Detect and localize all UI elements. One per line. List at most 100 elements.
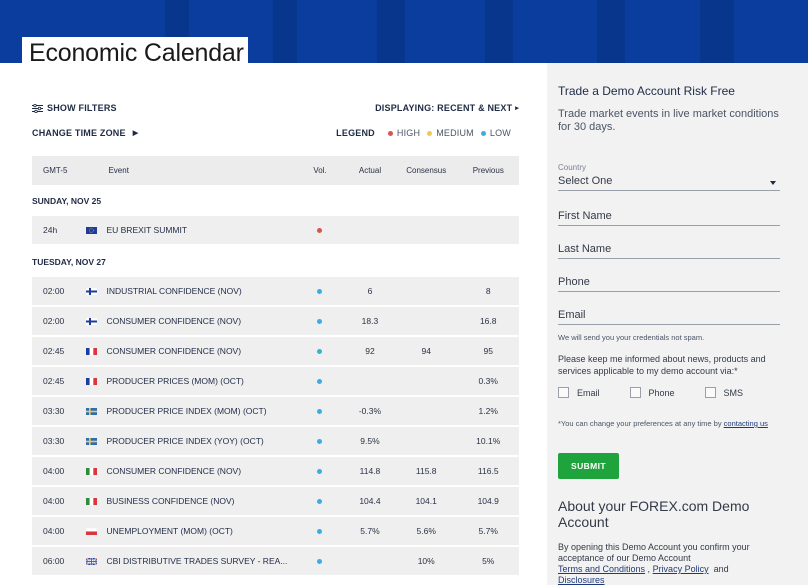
first-name-field[interactable]: First Name [558, 203, 780, 226]
demo-account-panel: Trade a Demo Account Risk Free Trade mar… [547, 63, 808, 585]
volatility-legend: LEGEND HIGH MEDIUM LOW [336, 128, 511, 138]
legend-item-medium: MEDIUM [427, 128, 474, 138]
legend-low-label: LOW [489, 128, 511, 138]
first-name-placeholder: First Name [558, 210, 612, 222]
volatility-cell [295, 528, 345, 534]
country-value: Select One [558, 175, 613, 187]
last-name-placeholder: Last Name [558, 243, 612, 255]
show-filters-button[interactable]: SHOW FILTERS [32, 103, 117, 113]
previous-value: 0.3% [478, 376, 498, 386]
event-name[interactable]: EU BREXIT SUMMIT [106, 225, 294, 235]
displaying-dropdown[interactable]: DISPLAYING: RECENT & NEXT ▸ [375, 103, 519, 113]
email-placeholder: Email [558, 309, 586, 321]
banner-stripe [377, 0, 405, 63]
volatility-dot-icon [317, 468, 323, 474]
checkbox-box[interactable] [629, 387, 641, 398]
previous-value: 95 [483, 346, 493, 356]
banner-stripe [485, 0, 513, 63]
email-field[interactable]: Email [558, 302, 780, 325]
volatility-cell [295, 318, 345, 324]
event-name[interactable]: PRODUCER PRICES (MOM) (OCT) [106, 376, 294, 386]
contacting-us-link[interactable]: contacting us [724, 419, 768, 428]
fi-flag-icon [86, 317, 98, 325]
header-consensus: Consensus [406, 166, 447, 175]
fr-flag-icon [86, 377, 98, 385]
pl-flag-icon [86, 527, 98, 535]
phone-field[interactable]: Phone [558, 269, 780, 292]
table-row[interactable]: 24h EU BREXIT SUMMIT [32, 216, 519, 244]
demo-subtitle: Trade market events in live market condi… [558, 108, 779, 133]
table-body: SUNDAY, NOV 25 24h EU BREXIT SUMMIT TUESDAY… [32, 185, 519, 575]
event-time: 03:30 [43, 406, 65, 416]
volatility-cell [295, 348, 345, 354]
table-row[interactable]: 02:45 PRODUCER PRICES (MOM) (OCT) 0.3% [32, 367, 519, 395]
volatility-cell [295, 408, 345, 414]
actual-value: 6 [367, 286, 373, 296]
it-flag-icon [86, 467, 98, 475]
volatility-dot-icon [317, 378, 323, 384]
country-select[interactable]: Country Select One [558, 163, 780, 191]
submit-button[interactable]: SUBMIT [558, 453, 619, 479]
page-title-box: Economic Calendar [22, 37, 248, 63]
event-name[interactable]: INDUSTRIAL CONFIDENCE (NOV) [106, 286, 294, 296]
sms-checkbox[interactable]: SMS [704, 387, 743, 398]
table-row[interactable]: 06:00 CBI DISTRIBUTIVE TRADES SURVEY - RE… [32, 547, 519, 575]
consensus-value: 115.8 [415, 466, 437, 476]
table-row[interactable]: 04:00 CONSUMER CONFIDENCE (NOV) 114.8 115.8… [32, 457, 519, 485]
se-flag-icon [86, 407, 98, 415]
legend-high-label: HIGH [396, 128, 421, 138]
previous-value: 5% [482, 556, 495, 566]
consensus-value: 104.1 [415, 496, 437, 506]
previous-value: 1.2% [478, 406, 498, 416]
day-header: SUNDAY, NOV 25 [32, 195, 102, 206]
table-row[interactable]: 04:00 BUSINESS CONFIDENCE (NOV) 104.4 104.1… [32, 487, 519, 515]
flag-cell [77, 557, 107, 565]
fr-flag-icon [86, 347, 98, 355]
legend-item-high: HIGH [387, 128, 421, 138]
event-name[interactable]: CONSUMER CONFIDENCE (NOV) [106, 466, 294, 476]
event-name[interactable]: UNEMPLOYMENT (MOM) (OCT) [106, 526, 294, 536]
flag-cell [77, 317, 107, 325]
actual-value: 18.3 [361, 316, 379, 326]
table-row[interactable]: 04:00 UNEMPLOYMENT (MOM) (OCT) 5.7% 5.6% 5.7… [32, 517, 519, 545]
table-row[interactable]: 03:30 PRODUCER PRICE INDEX (MOM) (OCT) -0.… [32, 397, 519, 425]
low-dot-icon [480, 130, 486, 136]
event-name[interactable]: CBI DISTRIBUTIVE TRADES SURVEY - REA... [106, 556, 294, 566]
event-name[interactable]: PRODUCER PRICE INDEX (YOY) (OCT) [106, 436, 294, 446]
table-row[interactable]: 02:00 CONSUMER CONFIDENCE (NOV) 18.3 16.8 [32, 307, 519, 335]
phone-checkbox-label: Phone [648, 387, 675, 398]
privacy-link[interactable]: Privacy Policy [653, 564, 709, 574]
email-checkbox[interactable]: Email [558, 387, 600, 398]
change-preferences-text: *You can change your preferences at any … [558, 418, 793, 429]
volatility-cell [295, 468, 345, 474]
show-filters-label: SHOW FILTERS [47, 103, 117, 113]
checkbox-box[interactable] [558, 387, 569, 398]
spam-note: We will send you your credentials not sp… [558, 333, 705, 342]
previous-value: 16.8 [479, 316, 497, 326]
volatility-cell [295, 558, 345, 564]
terms-link[interactable]: Terms and Conditions [558, 564, 645, 574]
banner-stripe [700, 0, 734, 63]
flag-cell [77, 287, 107, 295]
volatility-cell [295, 378, 345, 384]
event-name[interactable]: CONSUMER CONFIDENCE (NOV) [106, 316, 294, 326]
table-row[interactable]: 03:30 PRODUCER PRICE INDEX (YOY) (OCT) 9.5… [32, 427, 519, 455]
table-header: GMT-5 Event Vol. Actual Consensus Previo… [32, 156, 519, 185]
last-name-field[interactable]: Last Name [558, 236, 780, 259]
open-account-text: By opening this Demo Account you confirm… [558, 542, 750, 585]
disclosures-link[interactable]: Disclosures [558, 575, 605, 585]
checkbox-box[interactable] [704, 387, 716, 398]
change-time-zone-button[interactable]: CHANGE TIME ZONE ▶ [32, 128, 138, 138]
flag-cell [77, 226, 107, 234]
phone-checkbox[interactable]: Phone [629, 387, 675, 398]
event-name[interactable]: CONSUMER CONFIDENCE (NOV) [106, 346, 294, 356]
previous-value: 8 [485, 286, 491, 296]
table-row[interactable]: 02:45 CONSUMER CONFIDENCE (NOV) 92 94 95 [32, 337, 519, 365]
open-text: By opening this Demo Account you confirm… [558, 542, 750, 563]
event-name[interactable]: PRODUCER PRICE INDEX (MOM) (OCT) [106, 406, 294, 416]
table-row[interactable]: 02:00 INDUSTRIAL CONFIDENCE (NOV) 6 8 [32, 277, 519, 305]
volatility-cell [295, 227, 345, 233]
flag-cell [77, 467, 107, 475]
event-name[interactable]: BUSINESS CONFIDENCE (NOV) [106, 496, 294, 506]
chevron-down-icon [770, 181, 776, 185]
